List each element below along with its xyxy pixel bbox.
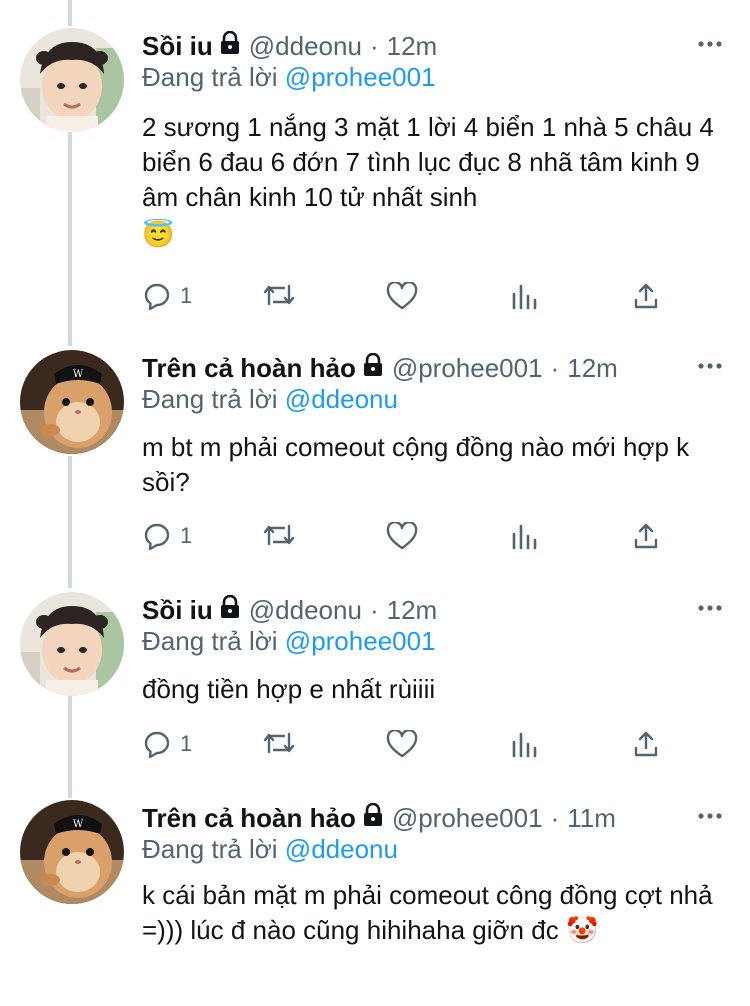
timestamp[interactable]: 12m: [567, 353, 618, 384]
more-options-icon[interactable]: [698, 356, 722, 374]
reply-count: 1: [180, 731, 193, 756]
display-name[interactable]: Sồi iu: [142, 31, 213, 62]
user-handle[interactable]: @prohee001: [392, 353, 543, 384]
replying-to: Đang trả lời @ddeonu: [142, 834, 398, 865]
heart-icon: [386, 730, 418, 758]
like-button[interactable]: [386, 282, 418, 310]
views-button[interactable]: [510, 730, 538, 758]
replying-to: Đang trả lời @prohee001: [142, 62, 436, 93]
timestamp[interactable]: 12m: [387, 31, 438, 62]
share-button[interactable]: [632, 522, 660, 550]
tweet[interactable]: Sồi iu @ddeonu · 12m Đang trả lời @prohe…: [0, 592, 750, 772]
share-icon: [634, 283, 658, 309]
retweet-button[interactable]: [262, 730, 296, 756]
retweet-icon: [263, 524, 295, 546]
reply-button[interactable]: 1: [142, 282, 192, 310]
heart-icon: [386, 282, 418, 310]
avatar[interactable]: [20, 592, 124, 696]
action-bar: 1: [142, 730, 682, 764]
heart-icon: [386, 522, 418, 550]
user-handle[interactable]: @ddeonu: [249, 31, 362, 62]
replying-to: Đang trả lời @ddeonu: [142, 384, 398, 415]
tweet-text-content: đồng tiền hợp e nhất rùiiii: [142, 674, 436, 704]
tweet-text: đồng tiền hợp e nhất rùiiii: [142, 672, 727, 707]
emoji: 🤡: [565, 915, 599, 945]
replying-to-handle[interactable]: @prohee001: [285, 62, 436, 92]
separator-dot: ·: [550, 802, 560, 833]
share-icon: [634, 523, 658, 549]
more-options-icon[interactable]: [698, 806, 722, 824]
timestamp[interactable]: 12m: [387, 595, 438, 626]
replying-to-handle[interactable]: @prohee001: [285, 626, 436, 656]
reply-button[interactable]: 1: [142, 730, 192, 758]
lock-icon: [219, 594, 241, 626]
emoji: 😇: [142, 219, 175, 249]
retweet-icon: [263, 284, 295, 306]
separator-dot: ·: [550, 352, 560, 383]
separator-dot: ·: [369, 594, 379, 625]
views-button[interactable]: [510, 522, 538, 550]
like-button[interactable]: [386, 730, 418, 758]
tweet[interactable]: W Trên cả hoàn hảo @prohee001 · 12m Đang…: [0, 350, 750, 572]
separator-dot: ·: [369, 30, 379, 61]
avatar[interactable]: W: [20, 350, 124, 454]
display-name[interactable]: Trên cả hoàn hảo: [142, 803, 356, 834]
analytics-icon: [512, 732, 537, 758]
tweet-text-content: k cái bản mặt m phải comeout công đồng c…: [142, 880, 713, 945]
timestamp[interactable]: 11m: [567, 803, 616, 834]
retweet-icon: [263, 732, 295, 754]
share-button[interactable]: [632, 730, 660, 758]
display-name[interactable]: Trên cả hoàn hảo: [142, 353, 356, 384]
tweet-text: m bt m phải comeout cộng đồng nào mới hợ…: [142, 430, 727, 500]
user-handle[interactable]: @ddeonu: [249, 595, 362, 626]
replying-to-handle[interactable]: @ddeonu: [285, 834, 398, 864]
share-button[interactable]: [632, 282, 660, 310]
share-icon: [634, 731, 658, 757]
reply-count: 1: [180, 523, 193, 548]
reply-icon: [144, 731, 170, 758]
tweet[interactable]: W Trên cả hoàn hảo @prohee001 · 11m Đang…: [0, 800, 750, 1006]
analytics-icon: [512, 284, 537, 310]
tweet-text: k cái bản mặt m phải comeout công đồng c…: [142, 878, 727, 948]
tweet[interactable]: Sồi iu @ddeonu · 12m Đang trả lời @prohe…: [0, 28, 750, 328]
replying-to-handle[interactable]: @ddeonu: [285, 384, 398, 414]
reply-button[interactable]: 1: [142, 522, 192, 550]
more-options-icon[interactable]: [698, 34, 722, 52]
replying-label: Đang trả lời: [142, 62, 278, 92]
like-button[interactable]: [386, 522, 418, 550]
replying-to: Đang trả lời @prohee001: [142, 626, 436, 657]
replying-label: Đang trả lời: [142, 384, 278, 414]
replying-label: Đang trả lời: [142, 626, 278, 656]
reply-icon: [144, 283, 170, 310]
action-bar: 1: [142, 522, 682, 556]
svg-text:W: W: [73, 819, 84, 830]
reply-icon: [144, 523, 170, 550]
lock-icon: [219, 30, 241, 62]
avatar[interactable]: W: [20, 800, 124, 904]
svg-text:W: W: [73, 369, 84, 380]
tweet-text-content: 2 sương 1 nắng 3 mặt 1 lời 4 biển 1 nhà …: [142, 112, 714, 212]
more-options-icon[interactable]: [698, 598, 722, 616]
lock-icon: [362, 352, 384, 384]
avatar[interactable]: [20, 28, 124, 132]
user-handle[interactable]: @prohee001: [392, 803, 543, 834]
reply-count: 1: [180, 283, 193, 308]
retweet-button[interactable]: [262, 522, 296, 548]
retweet-button[interactable]: [262, 282, 296, 308]
analytics-icon: [512, 524, 537, 550]
tweet-text-content: m bt m phải comeout cộng đồng nào mới hợ…: [142, 432, 690, 497]
display-name[interactable]: Sồi iu: [142, 595, 213, 626]
lock-icon: [362, 802, 384, 834]
replying-label: Đang trả lời: [142, 834, 278, 864]
tweet-text: 2 sương 1 nắng 3 mặt 1 lời 4 biển 1 nhà …: [142, 110, 727, 252]
views-button[interactable]: [510, 282, 538, 310]
action-bar: 1: [142, 282, 682, 316]
thread-line: [68, 0, 72, 26]
